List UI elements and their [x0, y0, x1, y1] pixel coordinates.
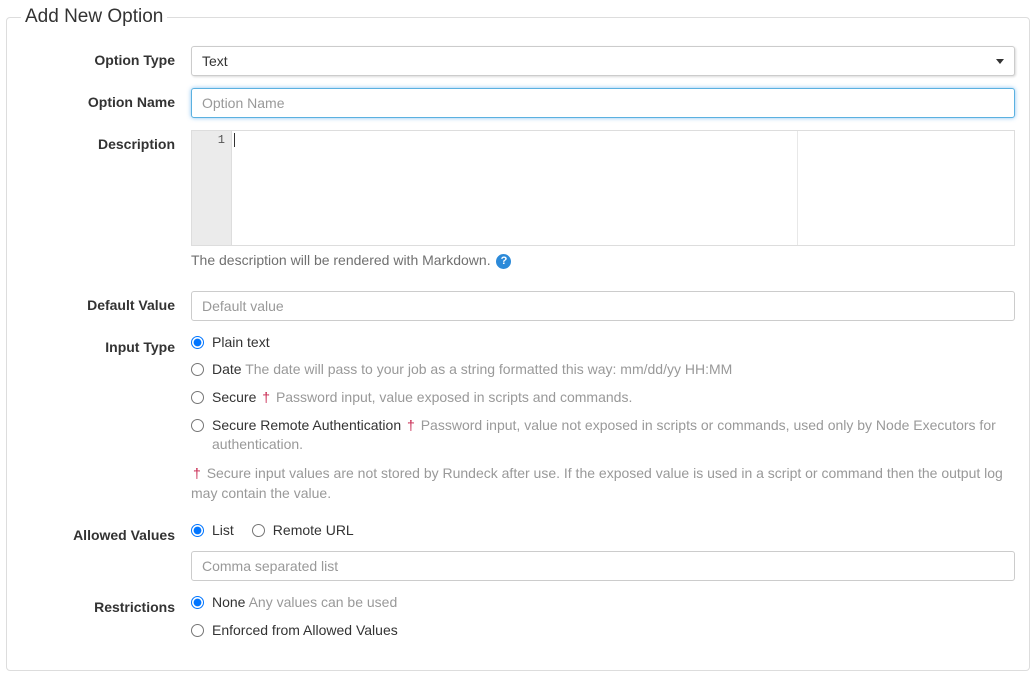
radio-secure-label: Secure: [212, 389, 256, 405]
editor-gutter: 1: [192, 131, 232, 245]
label-allowed-values: Allowed Values: [21, 521, 191, 543]
radio-restrictions-enforced-label: Enforced from Allowed Values: [212, 621, 398, 641]
row-allowed-values: Allowed Values List Remote URL: [21, 521, 1015, 581]
radio-allowed-remote-label: Remote URL: [273, 521, 354, 541]
dagger-icon: †: [193, 465, 201, 481]
radio-date-label: Date: [212, 361, 242, 377]
chevron-down-icon: [996, 59, 1004, 64]
radio-allowed-list-label: List: [212, 521, 234, 541]
help-icon[interactable]: ?: [496, 254, 511, 269]
dagger-icon: †: [407, 417, 415, 433]
radio-plain-text[interactable]: [191, 336, 204, 349]
row-default-value: Default Value: [21, 291, 1015, 321]
label-description: Description: [21, 130, 191, 152]
option-type-select[interactable]: Text: [191, 46, 1015, 76]
label-option-type: Option Type: [21, 46, 191, 68]
description-help: The description will be rendered with Ma…: [191, 252, 1015, 269]
allowed-values-list-input[interactable]: [191, 551, 1015, 581]
panel-legend: Add New Option: [21, 6, 167, 28]
dagger-icon: †: [262, 389, 270, 405]
row-option-name: Option Name: [21, 88, 1015, 118]
radio-allowed-list[interactable]: [191, 524, 204, 537]
label-default-value: Default Value: [21, 291, 191, 313]
input-type-note: † Secure input values are not stored by …: [191, 463, 1015, 504]
description-help-text: The description will be rendered with Ma…: [191, 252, 491, 268]
label-option-name: Option Name: [21, 88, 191, 110]
editor-cursor: [234, 133, 235, 147]
add-new-option-panel: Add New Option Option Type Text Option N…: [6, 6, 1030, 671]
row-description: Description 1 The description will be re…: [21, 130, 1015, 269]
description-editor[interactable]: 1: [191, 130, 1015, 246]
default-value-input[interactable]: [191, 291, 1015, 321]
input-type-note-text: Secure input values are not stored by Ru…: [191, 465, 1003, 501]
radio-allowed-remote[interactable]: [252, 524, 265, 537]
radio-plain-text-label: Plain text: [212, 333, 270, 353]
radio-restrictions-none-label: None: [212, 594, 245, 610]
radio-secure-remote-label: Secure Remote Authentication: [212, 417, 401, 433]
radio-date-hint-text: The date will pass to your job as a stri…: [245, 361, 732, 377]
option-type-value: Text: [202, 53, 228, 69]
line-number: 1: [192, 133, 225, 147]
label-input-type: Input Type: [21, 333, 191, 355]
label-restrictions: Restrictions: [21, 593, 191, 615]
row-option-type: Option Type Text: [21, 46, 1015, 76]
radio-date[interactable]: [191, 363, 204, 376]
radio-restrictions-enforced[interactable]: [191, 624, 204, 637]
row-input-type: Input Type Plain text Date The date will…: [21, 333, 1015, 504]
radio-secure-hint: Password input, value exposed in scripts…: [276, 389, 632, 405]
editor-textarea[interactable]: [232, 131, 1014, 245]
radio-restrictions-none[interactable]: [191, 596, 204, 609]
option-name-input[interactable]: [191, 88, 1015, 118]
radio-secure[interactable]: [191, 391, 204, 404]
radio-restrictions-none-hint-text: Any values can be used: [249, 594, 398, 610]
editor-print-margin: [797, 131, 798, 245]
radio-secure-remote[interactable]: [191, 419, 204, 432]
